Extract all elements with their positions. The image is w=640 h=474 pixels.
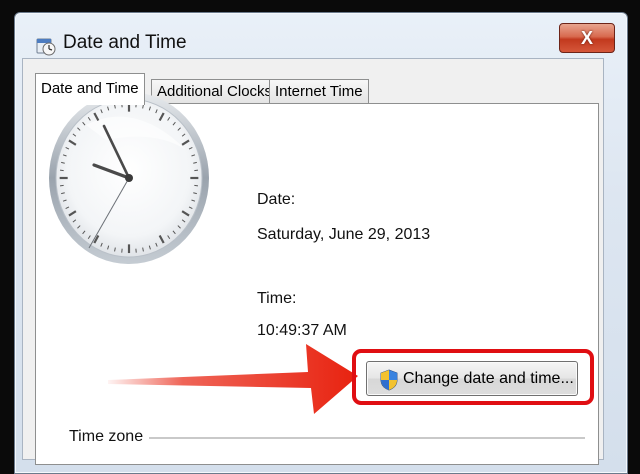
- window-title: Date and Time: [63, 32, 187, 54]
- date-label: Date:: [257, 191, 295, 209]
- tab-date-and-time[interactable]: Date and Time: [35, 73, 145, 105]
- uac-shield-icon: [379, 369, 399, 391]
- red-arrow-annotation: [108, 338, 358, 418]
- tab-internet-time[interactable]: Internet Time: [269, 79, 369, 104]
- time-zone-heading: Time zone: [69, 428, 143, 446]
- close-button[interactable]: X: [559, 23, 615, 53]
- analog-clock-icon: [46, 90, 212, 270]
- change-date-and-time-button[interactable]: Change date and time...: [366, 361, 578, 396]
- time-label: Time:: [257, 290, 296, 308]
- date-value: Saturday, June 29, 2013: [257, 226, 430, 244]
- date-time-app-icon: [35, 35, 57, 57]
- change-date-and-time-label: Change date and time...: [403, 370, 574, 388]
- time-zone-divider: [149, 437, 585, 439]
- close-icon: X: [581, 28, 593, 48]
